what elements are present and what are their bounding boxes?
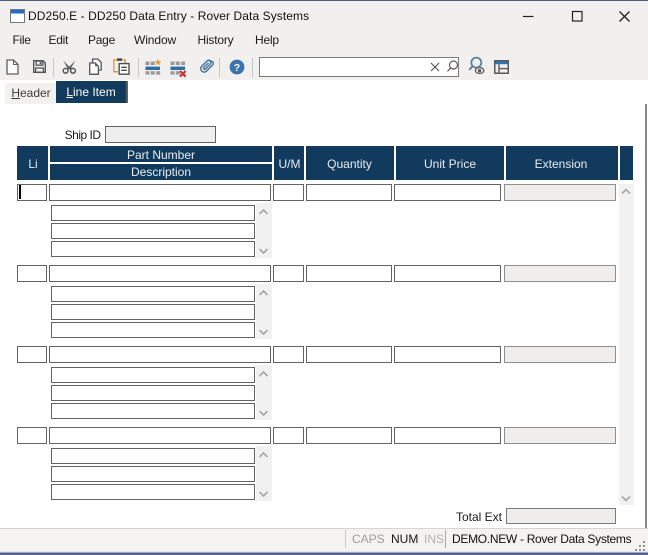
svg-text:?: ? [234, 62, 240, 74]
